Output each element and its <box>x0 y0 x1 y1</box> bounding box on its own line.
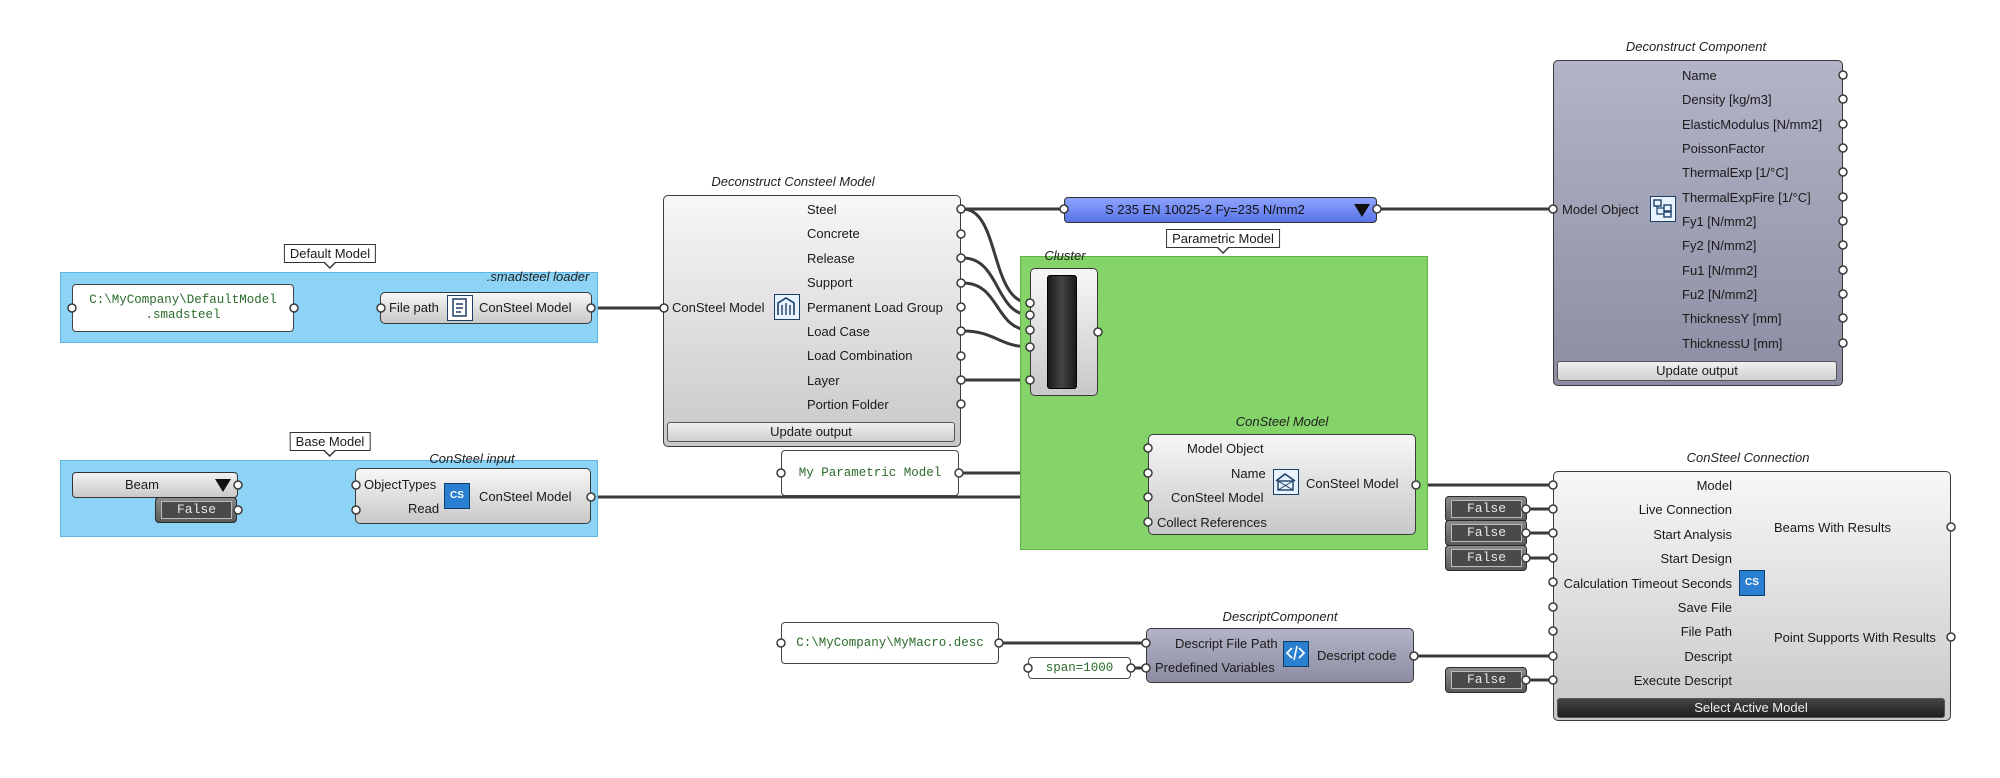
start-design-toggle-value: False <box>1451 549 1522 567</box>
connection-input-start-analysis: Start Analysis <box>1653 527 1732 542</box>
component-output-elastic-modulus: ElasticModulus [N/mm2] <box>1682 117 1823 132</box>
panel-span-variable[interactable]: span=1000 <box>1028 657 1131 679</box>
component-tree-icon <box>1650 196 1676 222</box>
deconstruct-output-load-combination: Load Combination <box>807 348 913 363</box>
building-icon <box>774 294 800 320</box>
deconstruct-output-layer: Layer <box>807 373 840 388</box>
loader-output-consteel-model: ConSteel Model <box>479 300 572 315</box>
component-output-fu1: Fu1 [N/mm2] <box>1682 263 1758 278</box>
group-title-base-model: ConSteel input <box>429 451 515 466</box>
connection-input-descript: Descript <box>1684 649 1732 664</box>
deconstruct-output-support: Support <box>807 275 853 290</box>
deconstruct-model-update-button[interactable]: Update output <box>667 422 955 442</box>
component-output-fy1: Fy1 [N/mm2] <box>1682 214 1757 229</box>
descript-output-code: Descript code <box>1317 648 1397 663</box>
loader-input-file-path: File path <box>389 300 439 315</box>
deconstruct-component[interactable]: Model Object Name Density [kg/m3] Elasti… <box>1553 60 1843 386</box>
component-output-thickness-u: ThicknessU [mm] <box>1682 336 1783 351</box>
connection-title: ConSteel Connection <box>1686 450 1810 465</box>
component-output-thermal-exp-fire: ThermalExpFire [1/°C] <box>1682 190 1811 205</box>
component-update-button[interactable]: Update output <box>1557 361 1837 381</box>
consteel-connection-component[interactable]: Model Live Connection Start Analysis Sta… <box>1553 471 1951 721</box>
objecttypes-value-list[interactable]: Beam <box>72 472 238 498</box>
descript-input-file-path: Descript File Path <box>1175 636 1278 651</box>
deconstruct-output-concrete: Concrete <box>807 226 860 241</box>
component-output-fu2: Fu2 [N/mm2] <box>1682 287 1758 302</box>
connection-input-start-design: Start Design <box>1660 551 1732 566</box>
component-output-poisson-factor: PoissonFactor <box>1682 141 1766 156</box>
deconstruct-output-release: Release <box>807 251 855 266</box>
deconstruct-component-title: Deconstruct Component <box>1625 39 1767 54</box>
panel-macro-path[interactable]: C:\MyCompany\MyMacro.desc <box>781 622 999 664</box>
connection-input-execute-descript: Execute Descript <box>1633 673 1732 688</box>
group-tag-parametric-model: Parametric Model <box>1166 229 1280 254</box>
consteel-model-title: ConSteel Model <box>1235 414 1329 429</box>
input-output-label: ConSteel Model <box>479 489 572 504</box>
panel-default-model-path[interactable]: C:\MyCompany\DefaultModel .smadsteel <box>72 284 294 332</box>
material-value-list[interactable]: S 235 EN 10025-2 Fy=235 N/mm2 <box>1064 197 1377 223</box>
input-objecttypes-label: ObjectTypes <box>364 477 437 492</box>
model-input-collect-references: Collect References <box>1157 515 1267 530</box>
cluster-icon <box>1047 275 1077 389</box>
consteel-model-component[interactable]: Model Object Name ConSteel Model Collect… <box>1148 434 1416 535</box>
smadsteel-loader-component[interactable]: File path ConSteel Model <box>380 292 592 324</box>
connection-input-calculation-timeout: Calculation Timeout Seconds <box>1563 576 1732 591</box>
descript-input-predefined-variables: Predefined Variables <box>1155 660 1275 675</box>
group-title-default-model: .smadsteel loader <box>486 269 590 284</box>
group-tag-base-model: Base Model <box>289 432 371 457</box>
execute-descript-toggle-value: False <box>1451 671 1522 689</box>
connection-input-live-connection: Live Connection <box>1638 502 1732 517</box>
deconstruct-output-steel: Steel <box>807 202 837 217</box>
connection-output-beams-with-results: Beams With Results <box>1774 520 1892 535</box>
cluster-title: Cluster <box>1044 248 1086 263</box>
model-input-name: Name <box>1231 466 1266 481</box>
component-output-name: Name <box>1682 68 1717 83</box>
component-output-thickness-y: ThicknessY [mm] <box>1682 311 1782 326</box>
descript-component[interactable]: Descript File Path Predefined Variables … <box>1146 628 1414 683</box>
descript-title: DescriptComponent <box>1222 609 1338 624</box>
live-connection-toggle[interactable]: False <box>1445 496 1527 522</box>
dropdown-arrow-icon[interactable] <box>1354 204 1370 217</box>
descript-code-icon <box>1283 641 1309 667</box>
start-design-toggle[interactable]: False <box>1445 545 1527 571</box>
dropdown-arrow-icon[interactable] <box>215 479 231 492</box>
connection-input-save-file: Save File <box>1677 600 1732 615</box>
connection-input-model: Model <box>1696 478 1732 493</box>
deconstruct-model-title: Deconstruct Consteel Model <box>711 174 875 189</box>
component-input-model-object: Model Object <box>1562 202 1639 217</box>
model-input-consteel-model: ConSteel Model <box>1171 490 1264 505</box>
deconstruct-output-portion-folder: Portion Folder <box>807 397 889 412</box>
read-toggle-value: False <box>161 501 232 519</box>
execute-descript-toggle[interactable]: False <box>1445 667 1527 693</box>
panel-parametric-model-name[interactable]: My Parametric Model <box>781 450 959 496</box>
consteel-input-component[interactable]: ObjectTypes Read CS ConSteel Model <box>355 468 591 524</box>
deconstruct-output-load-case: Load Case <box>807 324 870 339</box>
deconstruct-model-input: ConSteel Model <box>672 300 765 315</box>
component-output-density: Density [kg/m3] <box>1682 92 1772 107</box>
deconstruct-model-component[interactable]: ConSteel Model Steel Concrete Release Su… <box>663 195 961 447</box>
cluster-component[interactable] <box>1030 268 1098 396</box>
component-output-fy2: Fy2 [N/mm2] <box>1682 238 1757 253</box>
component-output-thermal-exp: ThermalExp [1/°C] <box>1682 165 1789 180</box>
read-toggle[interactable]: False <box>155 497 237 523</box>
connection-input-file-path: File Path <box>1680 624 1732 639</box>
house-frame-icon <box>1273 469 1299 495</box>
start-analysis-toggle[interactable]: False <box>1445 520 1527 546</box>
live-connection-toggle-value: False <box>1451 500 1522 518</box>
material-value: S 235 EN 10025-2 Fy=235 N/mm2 <box>1105 202 1305 217</box>
objecttypes-value: Beam <box>125 477 159 492</box>
deconstruct-output-permanent-load-group: Permanent Load Group <box>807 300 943 315</box>
connection-output-point-supports: Point Supports With Results <box>1774 630 1936 645</box>
consteel-connection-icon: CS <box>1739 570 1765 596</box>
model-output-consteel-model: ConSteel Model <box>1306 476 1399 491</box>
group-tag-default-model: Default Model <box>283 244 377 269</box>
consteel-input-icon: CS <box>444 483 470 509</box>
input-read-label: Read <box>408 501 440 516</box>
document-icon <box>447 295 473 321</box>
model-input-model-object: Model Object <box>1187 441 1264 456</box>
select-active-model-button[interactable]: Select Active Model <box>1557 698 1945 718</box>
start-analysis-toggle-value: False <box>1451 524 1522 542</box>
